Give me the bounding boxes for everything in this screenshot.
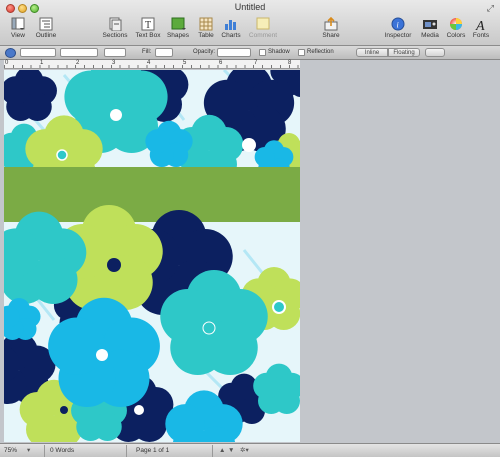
reflection-checkbox[interactable] xyxy=(298,49,305,56)
inline-button[interactable]: Inline xyxy=(356,48,388,57)
ruler-mark: 7 xyxy=(254,60,258,66)
divider xyxy=(126,445,127,457)
stroke-style-popup[interactable] xyxy=(60,48,98,57)
outline-icon xyxy=(38,17,54,31)
previous-page-icon[interactable]: ▲ xyxy=(219,446,225,456)
outline-label: Outline xyxy=(35,32,57,39)
gear-icon[interactable]: ✲▾ xyxy=(240,446,249,456)
comment-label: Comment xyxy=(248,32,278,39)
inspector-label: Inspector xyxy=(384,32,412,39)
charts-icon xyxy=(223,17,239,31)
charts-label: Charts xyxy=(221,32,241,39)
next-page-icon[interactable]: ▼ xyxy=(228,446,234,456)
floating-button[interactable]: Floating xyxy=(388,48,420,57)
status-bar: 75% ▾ 0 Words Page 1 of 1 ▲ ▼ ✲▾ xyxy=(0,443,500,457)
fonts-button[interactable]: A Fonts xyxy=(461,17,500,39)
svg-text:T: T xyxy=(145,20,151,31)
text-box-label: Text Box xyxy=(135,32,161,39)
svg-text:i: i xyxy=(397,21,399,30)
page-count: Page 1 of 1 xyxy=(136,447,170,454)
reflection-label: Reflection xyxy=(307,49,334,55)
share-label: Share xyxy=(322,32,340,39)
ruler-mark: 0 xyxy=(5,60,9,66)
shapes-icon xyxy=(170,17,186,31)
floral-background-image[interactable] xyxy=(4,70,300,442)
window-title: Untitled xyxy=(234,2,266,12)
text-box-icon: T xyxy=(140,17,156,31)
outline-button[interactable]: Outline xyxy=(26,17,66,39)
share-icon xyxy=(323,16,339,31)
stroke-width-field[interactable] xyxy=(104,48,126,57)
opacity-field[interactable] xyxy=(217,48,251,57)
pages-window: Untitled ⤢ View Outline Sections T Text … xyxy=(0,0,500,457)
comment-icon xyxy=(255,17,271,31)
comment-button[interactable]: Comment xyxy=(243,17,283,39)
format-bar: Fill: Opacity: Shadow Reflection Inline … xyxy=(0,46,500,60)
ruler-mark: 1 xyxy=(40,60,44,66)
share-button[interactable]: Share xyxy=(311,16,351,39)
fill-color-well[interactable] xyxy=(155,48,173,57)
horizontal-ruler[interactable]: 0 1 2 3 4 5 6 7 8 xyxy=(4,60,300,69)
ruler-mark: 3 xyxy=(112,60,116,66)
fullscreen-icon[interactable]: ⤢ xyxy=(487,3,494,14)
view-label: View xyxy=(11,32,25,39)
divider xyxy=(44,445,45,457)
sections-icon xyxy=(107,17,123,32)
divider xyxy=(212,445,213,457)
fill-label: Fill: xyxy=(142,49,152,55)
opacity-label: Opacity: xyxy=(193,49,216,55)
inspector-icon: i xyxy=(390,17,406,31)
shadow-checkbox[interactable] xyxy=(259,49,266,56)
sections-label: Sections xyxy=(102,32,128,39)
title-toolbar: Untitled ⤢ View Outline Sections T Text … xyxy=(0,0,500,46)
zoom-arrow-icon[interactable]: ▾ xyxy=(27,446,30,456)
ruler-mark: 2 xyxy=(76,60,80,66)
document-page[interactable] xyxy=(4,70,300,442)
wrap-popup[interactable] xyxy=(425,48,445,57)
ruler-mark: 8 xyxy=(288,60,292,66)
view-icon xyxy=(10,17,26,31)
word-count: 0 Words xyxy=(50,447,75,454)
zoom-popup[interactable]: 75% xyxy=(4,446,17,456)
style-popup[interactable] xyxy=(20,48,56,57)
ruler-mark: 5 xyxy=(183,60,187,66)
fonts-icon: A xyxy=(473,17,489,34)
ruler-mark: 4 xyxy=(147,60,151,66)
shadow-label: Shadow xyxy=(268,49,290,55)
ruler-mark: 6 xyxy=(219,60,223,66)
styles-drawer-icon[interactable] xyxy=(5,48,16,58)
fonts-label: Fonts xyxy=(472,32,490,39)
svg-text:A: A xyxy=(475,19,485,31)
